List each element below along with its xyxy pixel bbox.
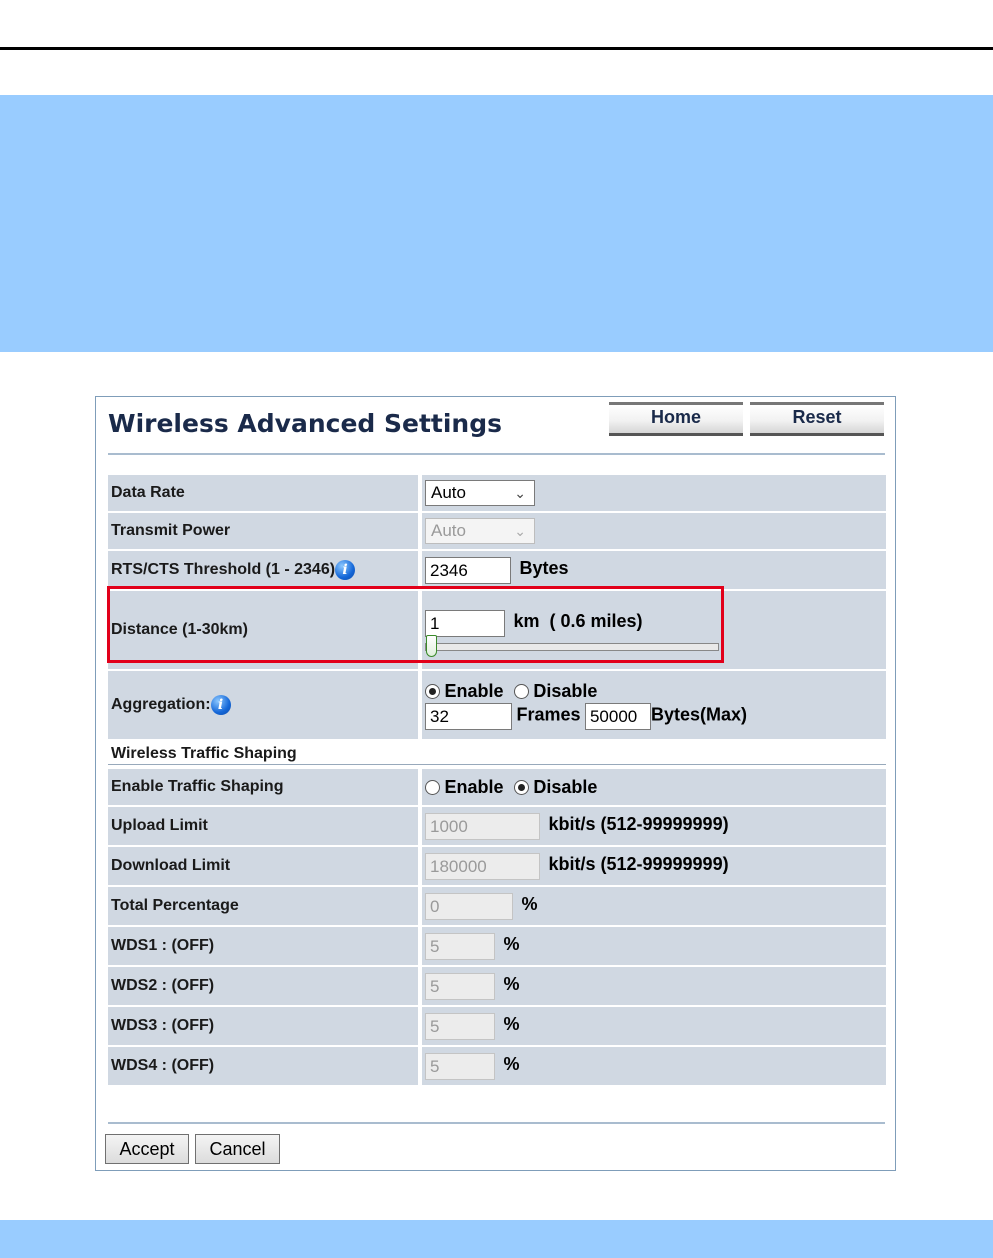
reset-button[interactable]: Reset <box>750 402 884 436</box>
wds1-input: 5 <box>425 932 495 960</box>
bytes-label: Bytes(Max) <box>650 704 747 725</box>
frames-label: Frames <box>516 704 581 725</box>
transmit-power-label: Transmit Power <box>108 513 422 549</box>
wds1-label: WDS1 : (OFF) <box>108 927 422 965</box>
chevron-down-icon: ⌄ <box>514 485 526 501</box>
rts-unit: Bytes <box>519 558 569 579</box>
total-percentage-input: 0 <box>425 892 513 920</box>
footer-banner <box>0 1220 993 1258</box>
info-icon[interactable]: i <box>335 560 356 580</box>
row-total-percentage: Total Percentage 0 % <box>108 887 886 925</box>
info-icon[interactable]: i <box>210 695 231 715</box>
transmit-power-select: Auto ⌄ <box>425 518 535 544</box>
row-wds2: WDS2 : (OFF) 5 % <box>108 967 886 1005</box>
accept-button[interactable]: Accept <box>105 1134 189 1164</box>
home-button[interactable]: Home <box>609 402 743 436</box>
wds2-label: WDS2 : (OFF) <box>108 967 422 1005</box>
download-limit-unit: kbit/s (512-99999999) <box>548 854 729 875</box>
wds4-input: 5 <box>425 1052 495 1080</box>
wds2-input: 5 <box>425 972 495 1000</box>
data-rate-select[interactable]: Auto ⌄ <box>425 480 535 506</box>
bytes-input[interactable]: 50000 <box>584 702 651 730</box>
total-percentage-label: Total Percentage <box>108 887 422 925</box>
rts-threshold-label: RTS/CTS Threshold (1 - 2346) <box>111 561 336 579</box>
aggregation-label: Aggregation: <box>111 696 211 714</box>
wds4-label: WDS4 : (OFF) <box>108 1047 422 1085</box>
row-wds1: WDS1 : (OFF) 5 % <box>108 927 886 965</box>
traffic-shaping-heading: Wireless Traffic Shaping <box>108 743 886 765</box>
top-divider <box>0 47 993 50</box>
aggregation-disable-label: Disable <box>533 680 598 701</box>
aggregation-enable-radio[interactable] <box>425 683 440 699</box>
row-rts-threshold: RTS/CTS Threshold (1 - 2346) i 2346 Bytes <box>108 551 886 589</box>
rts-threshold-input[interactable]: 2346 <box>425 556 511 584</box>
upload-limit-label: Upload Limit <box>108 807 422 845</box>
upload-limit-unit: kbit/s (512-99999999) <box>548 814 729 835</box>
distance-slider[interactable] <box>425 634 719 657</box>
shaping-disable-label: Disable <box>533 776 598 797</box>
cancel-button[interactable]: Cancel <box>195 1134 280 1164</box>
aggregation-disable-radio[interactable] <box>513 683 529 699</box>
row-distance: Distance (1-30km) 1 km ( 0.6 miles) <box>108 591 886 669</box>
wds3-unit: % <box>503 1014 520 1035</box>
row-aggregation: Aggregation: i Enable Disable 32 Frames 5… <box>108 671 886 739</box>
page-title: Wireless Advanced Settings <box>108 409 503 438</box>
data-rate-label: Data Rate <box>108 475 422 511</box>
row-wds3: WDS3 : (OFF) 5 % <box>108 1007 886 1045</box>
aggregation-enable-label: Enable <box>444 680 504 701</box>
bottom-divider <box>108 1122 885 1124</box>
distance-input[interactable]: 1 <box>425 609 505 637</box>
row-download-limit: Download Limit 180000 kbit/s (512-999999… <box>108 847 886 885</box>
enable-traffic-shaping-label: Enable Traffic Shaping <box>108 769 422 805</box>
wds1-unit: % <box>503 934 520 955</box>
frames-input[interactable]: 32 <box>425 702 512 730</box>
distance-label: Distance (1-30km) <box>108 591 422 669</box>
slider-handle[interactable] <box>426 634 437 657</box>
row-transmit-power: Transmit Power Auto ⌄ <box>108 513 886 549</box>
shaping-enable-radio[interactable] <box>425 779 440 795</box>
distance-unit: km ( 0.6 miles) <box>513 611 643 632</box>
shaping-disable-radio[interactable] <box>513 779 529 795</box>
row-upload-limit: Upload Limit 1000 kbit/s (512-99999999) <box>108 807 886 845</box>
upload-limit-input: 1000 <box>425 812 540 840</box>
row-data-rate: Data Rate Auto ⌄ <box>108 475 886 511</box>
settings-panel: Wireless Advanced Settings Home Reset Da… <box>95 396 896 1171</box>
wds2-unit: % <box>503 974 520 995</box>
settings-table: Data Rate Auto ⌄ Transmit Power Auto ⌄ R… <box>108 473 886 1087</box>
wds4-unit: % <box>503 1054 520 1075</box>
section-traffic-shaping: Wireless Traffic Shaping <box>108 741 886 767</box>
wds3-label: WDS3 : (OFF) <box>108 1007 422 1045</box>
download-limit-input: 180000 <box>425 852 540 880</box>
download-limit-label: Download Limit <box>108 847 422 885</box>
title-divider <box>108 453 885 455</box>
wds3-input: 5 <box>425 1012 495 1040</box>
row-enable-traffic-shaping: Enable Traffic Shaping Enable Disable <box>108 769 886 805</box>
shaping-enable-label: Enable <box>444 776 504 797</box>
chevron-down-icon: ⌄ <box>514 523 526 539</box>
row-wds4: WDS4 : (OFF) 5 % <box>108 1047 886 1085</box>
header-banner <box>0 95 993 352</box>
total-percentage-unit: % <box>521 894 538 915</box>
